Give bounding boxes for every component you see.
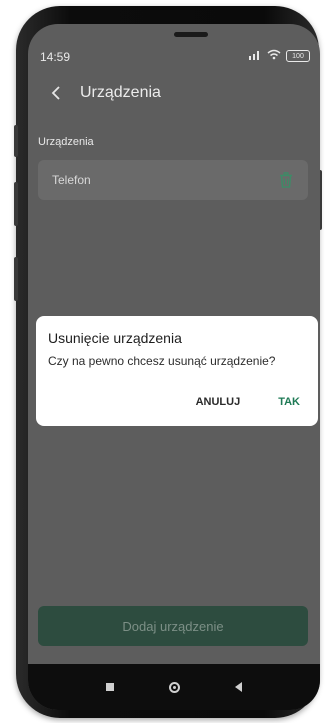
phone-volume-down-button — [14, 257, 18, 301]
recent-apps-icon[interactable] — [105, 683, 114, 691]
screen: 14:59 100 Urządzenia Urządzenia Telefon … — [28, 24, 320, 710]
status-bar: 14:59 100 — [28, 46, 320, 70]
wifi-icon — [267, 49, 281, 63]
status-time: 14:59 — [40, 50, 71, 64]
home-icon[interactable] — [168, 681, 180, 693]
page-title: Urządzenia — [80, 84, 161, 101]
dialog-actions: ANULUJ TAK — [196, 396, 300, 408]
phone-volume-up-button — [14, 182, 18, 226]
back-icon[interactable] — [235, 682, 243, 692]
status-icons: 100 — [248, 49, 310, 63]
app-bar: Urządzenia — [28, 74, 320, 112]
phone-side-button — [14, 125, 18, 157]
chevron-left-icon[interactable] — [46, 83, 66, 103]
confirm-button[interactable]: TAK — [278, 396, 300, 408]
add-device-button[interactable]: Dodaj urządzenie — [38, 606, 308, 646]
phone-speaker — [174, 32, 208, 37]
dialog-message: Czy na pewno chcesz usunąć urządzenie? — [48, 354, 276, 368]
signal-icon — [248, 49, 262, 63]
battery-icon: 100 — [286, 50, 310, 62]
trash-icon[interactable] — [278, 171, 294, 189]
dialog-title: Usunięcie urządzenia — [48, 330, 182, 346]
confirm-delete-dialog: Usunięcie urządzenia Czy na pewno chcesz… — [36, 316, 318, 426]
device-name: Telefon — [52, 173, 91, 187]
devices-section-label: Urządzenia — [38, 136, 94, 148]
system-nav-bar — [28, 664, 320, 710]
device-list-item[interactable]: Telefon — [38, 160, 308, 200]
cancel-button[interactable]: ANULUJ — [196, 396, 241, 408]
